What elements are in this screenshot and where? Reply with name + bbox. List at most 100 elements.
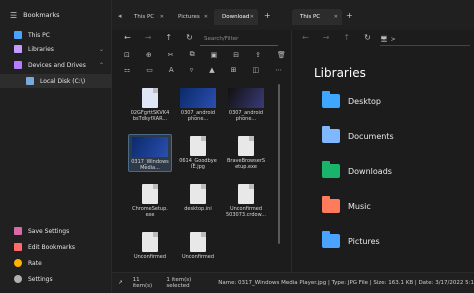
file-name: 0307_android phone...	[180, 110, 216, 122]
file-name: 0614_Goodbye IE.jpg	[179, 158, 217, 170]
file-item[interactable]: 02GFgrttSKVK4 bsTdkyfXAR...	[128, 88, 172, 122]
tab-pictures[interactable]: Pictures ✕	[170, 9, 212, 25]
file-item[interactable]: ChromeSetup. exe	[128, 184, 172, 218]
cut-icon[interactable]: ✂	[168, 51, 174, 59]
filter-icon[interactable]: ▿	[190, 66, 194, 74]
delete-icon[interactable]: 🗑	[277, 51, 286, 59]
file-thumbnail	[180, 88, 216, 108]
sidebar: ☰ Bookmarks This PC Libraries ⌄ Devices …	[0, 0, 112, 293]
forward-arrow-icon[interactable]: →	[323, 33, 330, 42]
file-thumbnail	[142, 88, 158, 108]
monitor-icon	[14, 31, 22, 39]
file-name: ChromeSetup. exe	[132, 206, 168, 218]
sidebar-item-libraries[interactable]: Libraries ⌄	[0, 42, 112, 56]
add-tab-button[interactable]: +	[264, 11, 271, 20]
forward-arrow-icon[interactable]: →	[145, 33, 152, 42]
sidebar-item-label: Devices and Drives	[28, 61, 86, 69]
file-item-selected[interactable]: 0317_Windows Media...	[128, 134, 172, 172]
file-item[interactable]: Unconfirmed	[176, 232, 220, 260]
copy-icon[interactable]: ⧉	[190, 50, 195, 59]
refresh-icon[interactable]: ↻	[364, 33, 371, 42]
chevron-down-icon[interactable]: ⌄	[99, 46, 104, 53]
sidebar-item-local-disk[interactable]: Local Disk (C:\)	[0, 74, 112, 88]
sort-icon[interactable]: A	[169, 66, 174, 74]
rename-icon[interactable]: ⊟	[233, 51, 239, 59]
file-thumbnail	[238, 136, 254, 156]
close-icon[interactable]: ✕	[250, 14, 254, 20]
nav-toolbar: ← → ↑ ↻	[124, 33, 193, 42]
path-bar[interactable]: 🖥 >	[380, 34, 470, 46]
file-item[interactable]: 0307_android phone...	[176, 88, 220, 122]
close-icon[interactable]: ✕	[160, 14, 164, 20]
library-desktop[interactable]: Desktop	[322, 91, 381, 110]
pane-title: Libraries	[314, 66, 366, 80]
folder-icon	[322, 161, 340, 178]
heart-icon	[14, 259, 22, 267]
file-item[interactable]: BraveBrowserS etup.exe	[224, 136, 268, 170]
preview-icon[interactable]: ◫	[252, 66, 259, 74]
file-item[interactable]: Unconfirmed 503073.crdow...	[224, 184, 268, 218]
file-thumbnail	[142, 184, 158, 204]
add-tab-button[interactable]: +	[346, 11, 353, 20]
file-name: 02GFgrttSKVK4 bsTdkyfXAR...	[130, 110, 170, 122]
tab-this-pc-right[interactable]: This PC ✕	[292, 9, 342, 25]
new-file-icon[interactable]: ⊕	[146, 51, 152, 59]
tab-scroll-left-icon[interactable]: ◂	[118, 12, 122, 20]
share-icon[interactable]: ⇪	[255, 51, 261, 59]
back-arrow-icon[interactable]: ←	[124, 33, 131, 42]
library-music[interactable]: Music	[322, 196, 371, 215]
paste-icon[interactable]: ▣	[211, 51, 218, 59]
refresh-icon[interactable]: ↻	[186, 33, 193, 42]
up-triangle-icon[interactable]: ▲	[209, 66, 214, 74]
menu-icon[interactable]: ☰	[10, 11, 17, 20]
layout-icon[interactable]: ⊞	[231, 66, 237, 74]
folder-icon	[322, 91, 340, 108]
tab-download[interactable]: Download ✕	[214, 9, 258, 25]
library-downloads[interactable]: Downloads	[322, 161, 392, 180]
up-arrow-icon[interactable]: ↑	[343, 33, 350, 42]
file-name: Unconfirmed 503073.crdow...	[225, 206, 267, 218]
library-label: Downloads	[348, 166, 392, 176]
sidebar-item-this-pc[interactable]: This PC	[0, 28, 112, 42]
file-name: BraveBrowserS etup.exe	[226, 158, 266, 170]
file-item[interactable]: Unconfirmed	[128, 232, 172, 260]
file-item[interactable]: desktop.ini	[176, 184, 220, 212]
button-label: Settings	[28, 275, 53, 283]
library-pictures[interactable]: Pictures	[322, 231, 380, 250]
file-thumbnail	[190, 184, 206, 204]
pane-divider[interactable]	[291, 30, 292, 293]
file-name: 0317_Windows Media...	[131, 159, 169, 171]
edit-bookmarks-button[interactable]: Edit Bookmarks	[0, 240, 112, 254]
library-label: Music	[348, 201, 371, 211]
nav-toolbar-right: ← → ↑ ↻	[302, 33, 371, 42]
close-icon[interactable]: ✕	[204, 14, 208, 20]
file-item[interactable]: 0307_android phone...	[224, 88, 268, 122]
view-mode-icon[interactable]: ▭	[146, 66, 153, 74]
select-icon[interactable]: ⚏	[124, 66, 130, 74]
library-label: Documents	[348, 131, 394, 141]
more-icon[interactable]: ⋯	[275, 66, 282, 74]
monitor-icon: 🖥	[380, 36, 388, 43]
tab-label: This PC	[134, 14, 155, 20]
library-label: Pictures	[348, 236, 380, 246]
file-item[interactable]: 0614_Goodbye IE.jpg	[176, 136, 220, 170]
sidebar-header: ☰ Bookmarks	[0, 0, 111, 30]
settings-button[interactable]: Settings	[0, 272, 112, 286]
library-documents[interactable]: Documents	[322, 126, 394, 145]
folder-icon	[322, 126, 340, 143]
save-settings-button[interactable]: Save Settings	[0, 224, 112, 238]
close-icon[interactable]: ✕	[334, 14, 338, 20]
tab-label: This PC	[300, 14, 321, 20]
up-arrow-icon[interactable]: ↑	[165, 33, 172, 42]
search-input[interactable]: Search/Filter	[200, 32, 278, 46]
new-folder-icon[interactable]: ⊡	[124, 51, 130, 59]
library-icon	[14, 45, 22, 53]
back-arrow-icon[interactable]: ←	[302, 33, 309, 42]
tab-this-pc-left[interactable]: This PC ✕	[126, 9, 168, 25]
scrollbar[interactable]	[278, 84, 280, 244]
sidebar-item-devices-drives[interactable]: Devices and Drives ⌃	[0, 58, 112, 72]
rate-button[interactable]: Rate	[0, 256, 112, 270]
status-file-info: Name: 0317_Windows Media Player.jpg | Ty…	[218, 280, 474, 286]
chevron-up-icon[interactable]: ⌃	[99, 62, 104, 69]
file-thumbnail	[238, 184, 254, 204]
